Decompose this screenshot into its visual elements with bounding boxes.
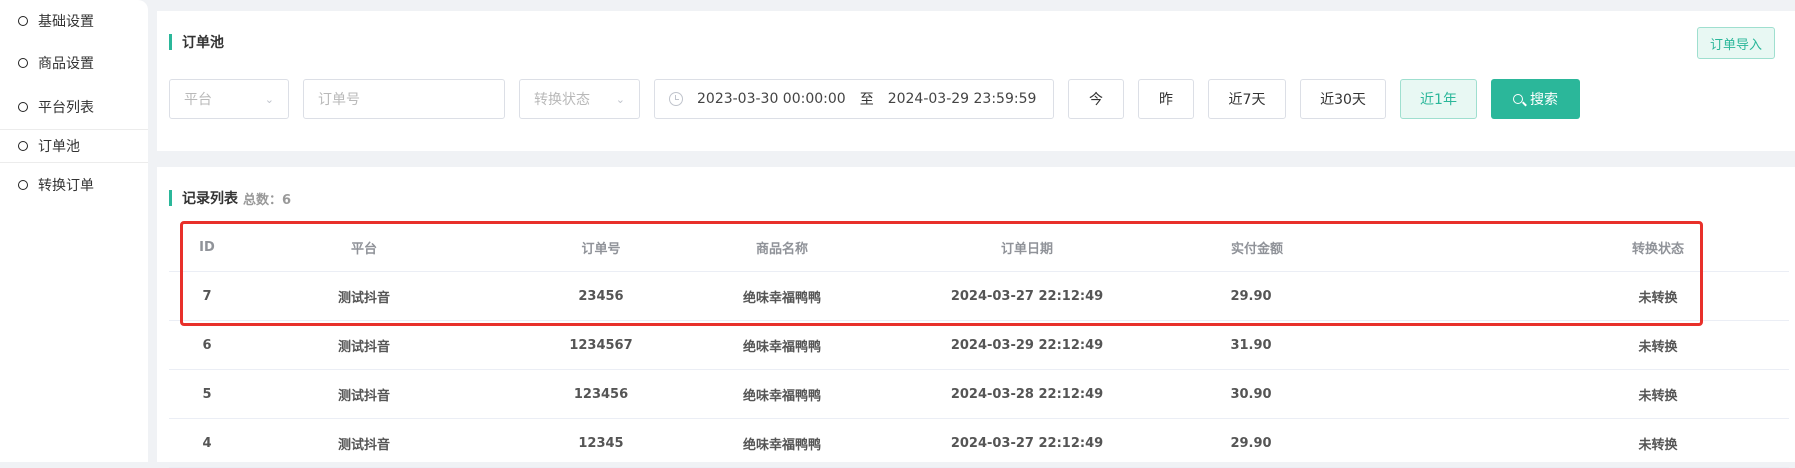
date-start: 2023-03-30 00:00:00: [697, 91, 846, 107]
last-1-year-button[interactable]: 近1年: [1400, 79, 1477, 119]
date-range-picker[interactable]: 2023-03-30 00:00:00 至 2024-03-29 23:59:5…: [654, 79, 1054, 119]
record-table: ID 平台 订单号 商品名称 订单日期 实付金额 转换状态 7 测试抖音 234…: [169, 223, 1789, 468]
record-list-card: 记录列表 总数：6 ID 平台 订单号 商品名称 订单日期 实付金额 转换状态 …: [157, 167, 1795, 468]
last-7-days-button[interactable]: 近7天: [1208, 79, 1286, 119]
search-icon: [1513, 94, 1523, 104]
cell-order-no: 23456: [578, 288, 624, 304]
cell-product: 绝味幸福鸭鸭: [742, 388, 821, 404]
column-header-platform: 平台: [350, 241, 377, 257]
cell-order-no: 12345: [578, 435, 624, 451]
cell-product: 绝味幸福鸭鸭: [742, 290, 821, 306]
order-number-input[interactable]: 订单号: [303, 79, 505, 119]
cell-id: 7: [202, 288, 212, 304]
circle-icon: [18, 141, 28, 151]
cell-status: 未转换: [1638, 339, 1678, 355]
cell-id: 5: [202, 386, 212, 402]
cell-amount: 30.90: [1230, 386, 1272, 402]
cell-platform: 测试抖音: [337, 290, 390, 306]
sidebar-item-order-pool[interactable]: 订单池: [0, 129, 148, 163]
sidebar-item-label: 订单池: [38, 139, 80, 155]
cell-id: 4: [202, 435, 212, 451]
cell-platform: 测试抖音: [337, 388, 390, 404]
cell-platform: 测试抖音: [337, 437, 390, 453]
platform-select[interactable]: 平台 ⌄: [169, 79, 289, 119]
status-select[interactable]: 转换状态 ⌄: [519, 79, 640, 119]
search-button[interactable]: 搜索: [1491, 79, 1580, 119]
table-row[interactable]: 6 测试抖音 1234567 绝味幸福鸭鸭 2024-03-29 22:12:4…: [169, 321, 1789, 370]
cell-status: 未转换: [1638, 388, 1678, 404]
circle-icon: [18, 15, 28, 26]
cell-platform: 测试抖音: [337, 339, 390, 355]
circle-icon: [18, 180, 28, 190]
cell-amount: 29.90: [1230, 435, 1272, 451]
cell-order-no: 1234567: [569, 337, 633, 353]
sidebar-item-product-settings[interactable]: 商品设置: [0, 41, 148, 85]
last-30-days-button[interactable]: 近30天: [1300, 79, 1386, 119]
sidebar-item-convert-orders[interactable]: 转换订单: [0, 163, 148, 207]
cell-order-date: 2024-03-28 22:12:49: [950, 386, 1104, 402]
date-separator: 至: [859, 92, 874, 108]
sidebar-item-basic-settings[interactable]: 基础设置: [0, 0, 148, 41]
today-button[interactable]: 今: [1068, 79, 1124, 119]
sidebar-item-platform-list[interactable]: 平台列表: [0, 85, 148, 129]
title-accent-bar: [169, 34, 172, 50]
circle-icon: [18, 58, 28, 68]
column-header-order-no: 订单号: [581, 241, 621, 257]
cell-id: 6: [202, 337, 212, 353]
table-row[interactable]: 5 测试抖音 123456 绝味幸福鸭鸭 2024-03-28 22:12:49…: [169, 370, 1789, 419]
order-import-button[interactable]: 订单导入: [1697, 27, 1775, 59]
total-count: 总数：6: [243, 192, 292, 208]
cell-order-date: 2024-03-27 22:12:49: [950, 288, 1104, 304]
sidebar: 基础设置 商品设置 平台列表 订单池 转换订单: [0, 0, 148, 462]
column-header-product: 商品名称: [755, 241, 808, 257]
chevron-down-icon: ⌄: [264, 92, 274, 106]
cell-status: 未转换: [1638, 437, 1678, 453]
column-header-id: ID: [199, 239, 215, 255]
cell-amount: 31.90: [1230, 337, 1272, 353]
column-header-amount: 实付金额: [1230, 241, 1283, 257]
sidebar-item-label: 商品设置: [38, 56, 94, 72]
page-title: 订单池: [169, 32, 224, 52]
date-end: 2024-03-29 23:59:59: [887, 91, 1037, 107]
column-header-order-date: 订单日期: [1000, 241, 1053, 257]
circle-icon: [18, 102, 28, 112]
filter-bar: 平台 ⌄ 订单号 转换状态 ⌄ 2023-03-30 00:00:00 至 20…: [169, 79, 1789, 119]
sidebar-item-label: 转换订单: [38, 178, 94, 194]
cell-status: 未转换: [1638, 290, 1678, 306]
table-row[interactable]: 4 测试抖音 12345 绝味幸福鸭鸭 2024-03-27 22:12:49 …: [169, 419, 1789, 468]
filter-card: 订单池 订单导入 平台 ⌄ 订单号 转换状态 ⌄ 2023-03-30 00:0…: [157, 11, 1795, 151]
clock-icon: [669, 92, 683, 106]
cell-order-no: 123456: [573, 386, 629, 402]
cell-order-date: 2024-03-27 22:12:49: [950, 435, 1104, 451]
table-row[interactable]: 7 测试抖音 23456 绝味幸福鸭鸭 2024-03-27 22:12:49 …: [169, 272, 1789, 321]
yesterday-button[interactable]: 昨: [1138, 79, 1194, 119]
record-list-title: 记录列表 总数：6: [169, 188, 291, 208]
cell-product: 绝味幸福鸭鸭: [742, 339, 821, 355]
chevron-down-icon: ⌄: [615, 92, 625, 106]
cell-product: 绝味幸福鸭鸭: [742, 437, 821, 453]
table-header: ID 平台 订单号 商品名称 订单日期 实付金额 转换状态: [169, 223, 1789, 272]
cell-order-date: 2024-03-29 22:12:49: [950, 337, 1104, 353]
cell-amount: 29.90: [1230, 288, 1272, 304]
title-accent-bar: [169, 190, 172, 206]
column-header-status: 转换状态: [1631, 241, 1684, 257]
sidebar-item-label: 基础设置: [38, 13, 94, 30]
sidebar-item-label: 平台列表: [38, 100, 94, 116]
